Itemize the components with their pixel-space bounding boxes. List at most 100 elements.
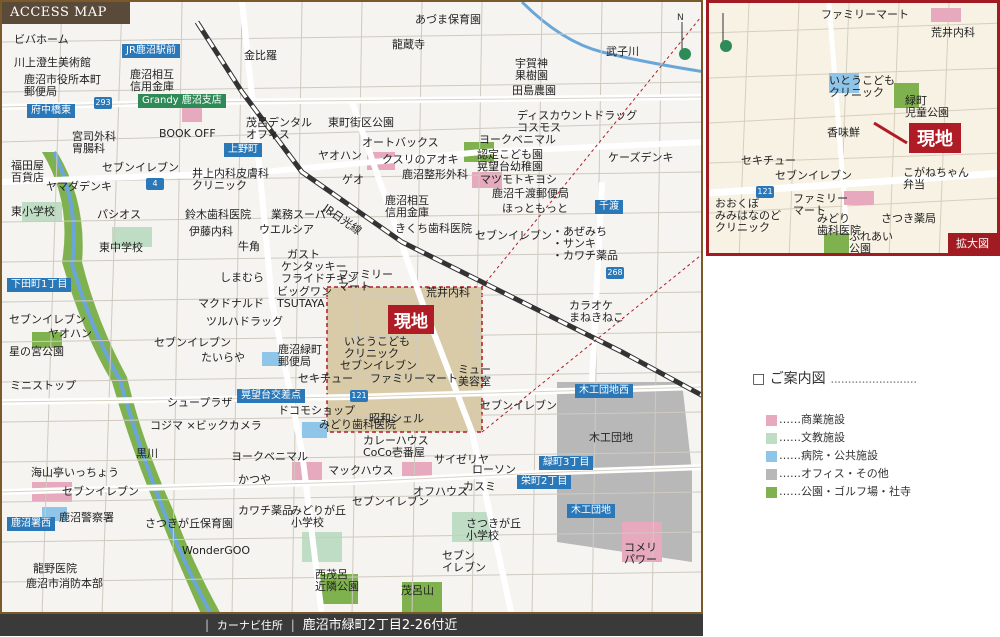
label-azemichi: ・あぜみち ・サンキ ・カワチ薬品 [552, 225, 618, 262]
label-bookoff: BOOK OFF [159, 127, 216, 140]
label-kudiri: クスリのアオキ [382, 153, 459, 166]
label-kanuma-police: 鹿沼警察署 [59, 511, 114, 524]
label-mokko-danchi: 木工団地 [589, 431, 633, 444]
station-midori3: 緑町3丁目 [539, 456, 594, 470]
inset-ookubo: おおくぼ みみはなのど クリニック [715, 197, 781, 234]
label-senba-post: 鹿沼千渡郵便局 [492, 187, 569, 200]
label-autobacs: オートバックス [362, 136, 439, 149]
inset-tag: 拡大図 [948, 233, 997, 253]
footer-label: カーナビ住所 [216, 619, 283, 632]
label-tajima: 田島農園 [512, 84, 556, 97]
map-title: ACCESS MAP [2, 2, 130, 24]
route-121: 121 [350, 390, 368, 402]
label-seven5: セブンイレブン [340, 359, 417, 372]
label-wondergoo: WonderGOO [182, 544, 251, 557]
label-seven3: セブンイレブン [9, 313, 86, 326]
label-suzuki: 鈴木歯科医院 [185, 208, 251, 221]
label-kanuma-bank: 鹿沼相互 信用金庫 [130, 68, 174, 93]
label-grandy: Grandy 鹿沼支店 [138, 94, 226, 108]
label-mac-house: マックハウス [328, 464, 394, 477]
label-seven4: セブンイレブン [154, 336, 231, 349]
label-yorkbenimaru1: ヨークベニマル [479, 133, 556, 146]
label-kawachi2: カワチ薬品 [238, 504, 293, 517]
route-268: 268 [606, 267, 624, 279]
route-4: 4 [146, 178, 164, 190]
inset-north-icon [720, 40, 732, 52]
label-katsuya: かつや [238, 473, 271, 486]
station-fuchu: 府中橋東 [27, 104, 75, 118]
label-midori-post: 鹿沼緑町 郵便局 [278, 343, 322, 368]
label-satsuki-hoiku: さつきが丘保育園 [145, 517, 233, 530]
label-tsuruha: ツルハドラッグ [206, 315, 283, 328]
label-higashi-sho: 東小学校 [11, 205, 55, 218]
label-musashi: 武子川 [606, 45, 639, 58]
label-ryuno: 龍野医院 [33, 562, 77, 575]
swatch-commercial [766, 414, 777, 426]
route-293: 293 [94, 97, 112, 109]
label-seven9: セブン イレブン [442, 549, 486, 574]
label-pasios: パシオス [97, 208, 141, 221]
label-famima2: ファミリーマート [370, 372, 458, 385]
label-curryhouse: カレーハウス CoCo壱番屋 [363, 434, 429, 459]
label-discount: ディスカウントドラッグ コスモス [517, 109, 638, 134]
legend-item-commercial: ……商業施設 [766, 411, 845, 427]
label-kanuma-seikei: 鹿沼整形外科 [402, 168, 468, 181]
swatch-office [766, 468, 777, 480]
swatch-school [766, 432, 777, 444]
swatch-park [766, 486, 777, 498]
label-seven6: セブンイレブン [480, 399, 557, 412]
label-myu: ミュー 美容室 [458, 363, 491, 388]
label-kojima: コジマ ×ビックカメラ [150, 419, 262, 432]
label-lawson: ローソン [472, 463, 516, 476]
label-arai1: 荒井内科 [426, 286, 470, 299]
label-bigone: ビッグワン TSUTAYA [277, 285, 332, 310]
station-uenomachi: 上野町 [224, 143, 262, 157]
legend: □ ご案内図 ......................... ……商業施設 … [752, 368, 992, 498]
label-yaohan2: ヤオハン [48, 327, 92, 340]
label-ugajin: 宇賀神 果樹園 [515, 57, 548, 82]
inset-ito-clinic: いとうこども クリニック [829, 74, 895, 99]
label-higashi-chu: 東中学校 [99, 241, 143, 254]
station-senba: 千渡 [595, 200, 623, 214]
legend-item-park: ……公園・ゴルフ場・社寺 [766, 483, 911, 499]
station-kobodai: 晃望台交差点 [237, 389, 305, 403]
label-yorkbenimaru2: ヨークベニマル [231, 450, 308, 463]
label-kinpira: 金比羅 [244, 49, 277, 62]
label-mcd: マクドナルド [198, 297, 264, 310]
svg-text:N: N [677, 13, 684, 23]
label-kawakami: 川上澄生美術館 [14, 56, 91, 69]
label-tohoku: 東町街区公園 [328, 116, 394, 129]
label-kikuchi: きくち歯科医院 [395, 222, 472, 235]
label-hoshinomiya: 星の宮公園 [9, 345, 64, 358]
label-shimamura: しまむら [220, 271, 264, 284]
label-ryuzoji: 龍蔵寺 [392, 38, 425, 51]
label-komeri: コメリ パワー [624, 541, 657, 566]
legend-item-public: ……病院・公共施設 [766, 447, 878, 463]
station-mokko-west: 木工団地西 [575, 384, 633, 398]
station-kanuma-ekimae: JR鹿沼駅前 [122, 44, 180, 58]
label-midori-dental: みどり歯科医院 [319, 418, 396, 431]
label-inoue: 井上内科皮膚科 クリニック [192, 167, 269, 192]
label-ministop: ミニストップ [10, 379, 76, 392]
label-karaoke: カラオケ まねきねこ [569, 299, 624, 324]
swatch-public [766, 450, 777, 462]
inset-route-121: 121 [756, 186, 774, 198]
label-azuma: あづま保育園 [415, 13, 481, 26]
label-bivahome: ビバホーム [14, 33, 69, 46]
footer-address: 鹿沼市緑町2丁目2-26付近 [302, 618, 458, 633]
label-nishi-moro: 西茂呂 近隣公園 [315, 568, 359, 593]
label-shoe: シュープラザ [167, 396, 233, 409]
label-seven2: セブンイレブン [475, 229, 552, 242]
label-kanuma-bank2: 鹿沼相互 信用金庫 [385, 194, 429, 219]
inset-map: ファミリーマート 荒井内科 いとうこども クリニック 緑町 児童公園 香味鮮 セ… [706, 0, 1000, 256]
inset-koganechan: こがねちゃん 弁当 [903, 166, 969, 191]
label-taiyaya: たいらや [201, 351, 245, 364]
label-famima1: ファミリー マート [338, 268, 393, 293]
label-matsumoto: マツモトキヨシ [480, 173, 557, 186]
label-moroyama: 茂呂山 [401, 584, 434, 597]
label-umiyamatei: 海山亭いっちょう [31, 466, 119, 479]
inset-midori-park: 緑町 児童公園 [905, 94, 949, 119]
label-sekichu1: セキチュー [298, 372, 353, 385]
label-hotto: ほっともっと [502, 202, 568, 215]
label-ito: 伊藤内科 [189, 225, 233, 238]
